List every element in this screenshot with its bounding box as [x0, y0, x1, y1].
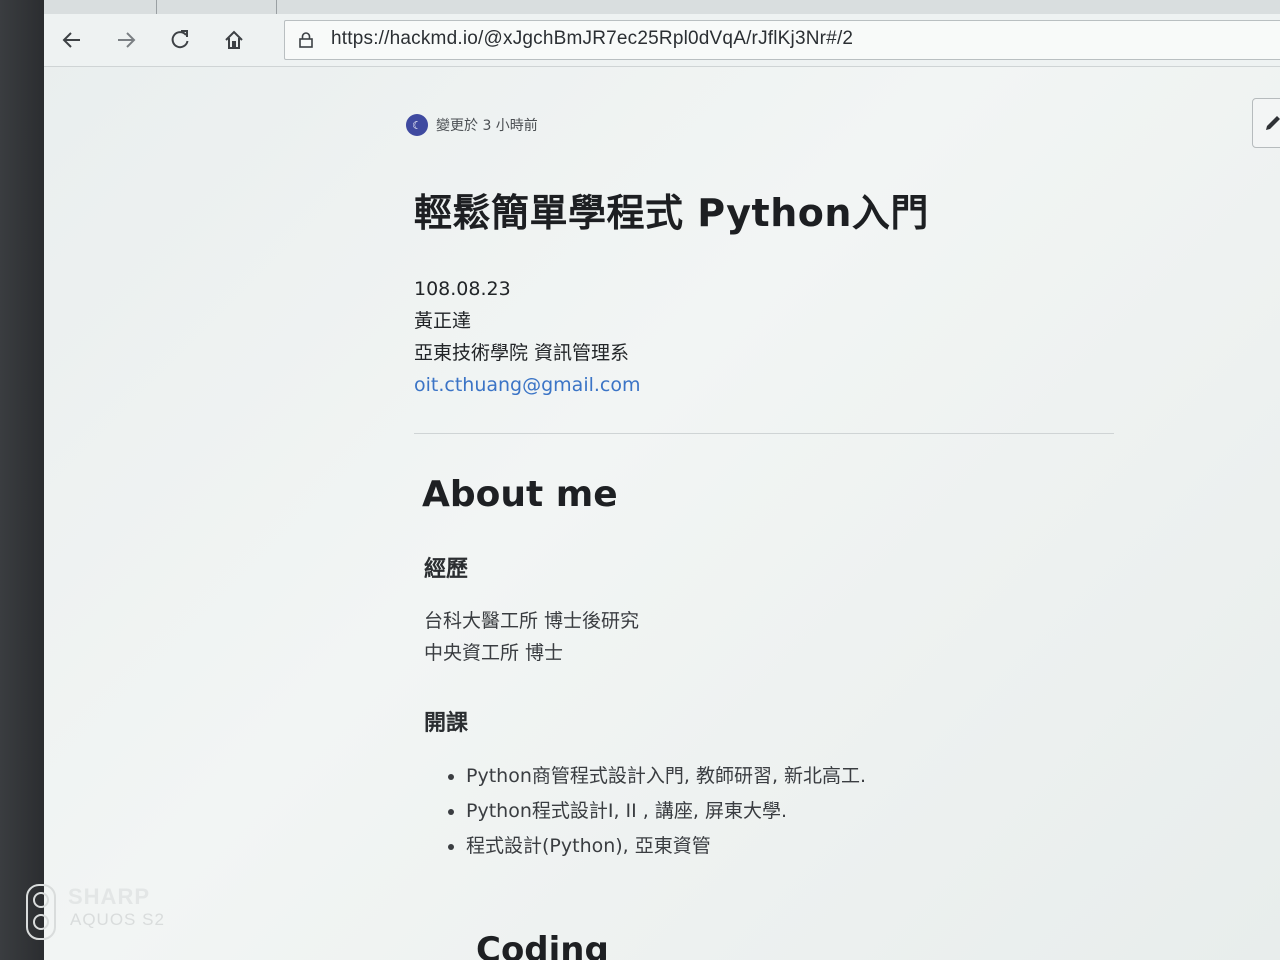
author-affiliation: 亞東技術學院 資訊管理系 — [414, 342, 630, 364]
back-button[interactable] — [56, 24, 88, 56]
experience-list: 台科大醫工所 博士後研究 中央資工所 博士 — [424, 605, 1054, 669]
document-title: 輕鬆簡單學程式 Python入門 — [414, 191, 929, 235]
document-content: ☾ 變更於 3 小時前 輕鬆簡單學程式 Python入門 108.08.23 黃… — [406, 100, 1114, 864]
browser-screen: https://hackmd.io/@xJgchBmJR7ec25Rpl0dVq… — [44, 0, 1280, 960]
experience-item: 中央資工所 博士 — [424, 642, 564, 664]
experience-item: 台科大醫工所 博士後研究 — [424, 610, 640, 632]
courses-list: Python商管程式設計入門, 教師研習, 新北高工. Python程式設計I,… — [444, 759, 1054, 864]
course-item: Python商管程式設計入門, 教師研習, 新北高工. — [444, 759, 1054, 794]
author-email-link[interactable]: oit.cthuang@gmail.com — [414, 374, 641, 396]
refresh-button[interactable] — [164, 24, 196, 56]
author-name: 黃正達 — [414, 310, 472, 332]
address-bar[interactable]: https://hackmd.io/@xJgchBmJR7ec25Rpl0dVq… — [284, 20, 1280, 60]
about-heading: About me — [422, 474, 618, 515]
lock-icon — [299, 32, 313, 48]
avatar-icon[interactable]: ☾ — [406, 114, 428, 136]
forward-arrow-icon — [118, 32, 136, 48]
tab-strip — [44, 0, 1280, 15]
update-info: ☾ 變更於 3 小時前 — [406, 114, 1054, 136]
section-divider — [414, 433, 1114, 434]
pencil-icon — [1266, 116, 1280, 130]
camera-watermark: SHARP AQUOS S2 — [26, 882, 226, 942]
forward-button[interactable] — [110, 24, 142, 56]
tab-divider — [276, 0, 277, 14]
watermark-brand: SHARP — [68, 884, 151, 909]
course-item: 程式設計(Python), 亞東資管 — [444, 829, 1054, 864]
experience-heading: 經歷 — [424, 557, 469, 582]
course-item: Python程式設計I, II , 講座, 屏東大學. — [444, 794, 1054, 829]
home-button[interactable] — [218, 24, 250, 56]
back-arrow-icon — [62, 32, 80, 48]
camera-icon — [26, 884, 56, 940]
refresh-icon — [171, 30, 189, 49]
watermark-model: AQUOS S2 — [70, 910, 165, 929]
author-info: 108.08.23 黃正達 亞東技術學院 資訊管理系 oit.cthuang@g… — [414, 273, 1054, 401]
url-text: https://hackmd.io/@xJgchBmJR7ec25Rpl0dVq… — [331, 28, 854, 49]
monitor-bezel — [0, 0, 44, 960]
tab-divider — [156, 0, 157, 14]
browser-toolbar: https://hackmd.io/@xJgchBmJR7ec25Rpl0dVq… — [44, 14, 1280, 67]
edit-button[interactable] — [1252, 98, 1280, 148]
home-icon — [225, 30, 243, 49]
doc-date: 108.08.23 — [414, 278, 511, 300]
coding-heading: Coding — [476, 930, 609, 960]
updated-time: 變更於 3 小時前 — [436, 118, 538, 134]
courses-heading: 開課 — [424, 711, 469, 736]
